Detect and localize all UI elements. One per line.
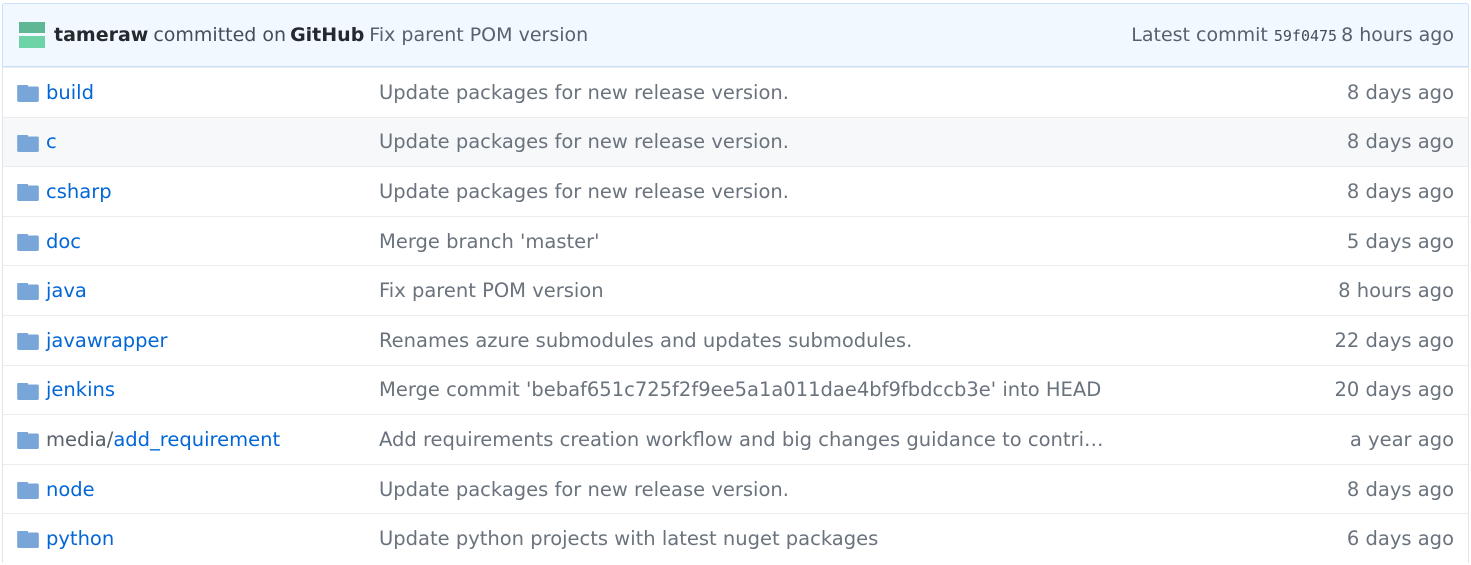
commit-message-link[interactable]: Update packages for new release version.: [379, 81, 789, 104]
commit-message-link[interactable]: Update packages for new release version.: [379, 180, 789, 203]
commit-age: 8 days ago: [1346, 130, 1454, 154]
commit-message-link[interactable]: Update packages for new release version.: [379, 478, 789, 501]
commit-message-link[interactable]: Update python projects with latest nuget…: [379, 527, 878, 550]
folder-link[interactable]: node: [46, 478, 95, 501]
file-name-link[interactable]: python: [46, 527, 114, 550]
file-name-link[interactable]: javawrapper: [46, 329, 168, 352]
commit-age: 5 days ago: [1346, 229, 1454, 253]
commit-age: 8 days ago: [1346, 179, 1454, 203]
table-row[interactable]: javawrapper Renames azure submodules and…: [3, 314, 1468, 365]
folder-icon: [17, 531, 39, 549]
file-list: build Update packages for new release ve…: [2, 67, 1469, 563]
commit-message-link[interactable]: Update packages for new release version.: [379, 130, 789, 153]
folder-icon: [17, 432, 39, 450]
commit-message-link[interactable]: Fix parent POM version: [379, 279, 604, 302]
committer-github: GitHub: [290, 24, 365, 46]
file-name-link[interactable]: c: [46, 130, 57, 153]
folder-icon: [17, 283, 39, 301]
commit-age: 8 days ago: [1346, 477, 1454, 501]
table-row[interactable]: java Fix parent POM version 8 hours ago: [3, 265, 1468, 315]
commit-message-link[interactable]: Renames azure submodules and updates sub…: [379, 329, 912, 352]
latest-commit-message-link[interactable]: Fix parent POM version: [369, 24, 588, 46]
latest-commit-info: Latest commit 59f0475 8 hours ago: [1131, 24, 1454, 46]
folder-link[interactable]: java: [46, 279, 87, 302]
folder-icon: [17, 85, 39, 102]
table-row[interactable]: c Update packages for new release versio…: [3, 116, 1468, 167]
commit-sha-link[interactable]: 59f0475: [1274, 27, 1337, 45]
commit-age: 8 hours ago: [1338, 279, 1454, 303]
folder-link[interactable]: c: [46, 130, 57, 153]
commit-message-link[interactable]: Merge commit 'bebaf651c725f2f9ee5a1a011d…: [379, 378, 1101, 401]
file-name-link[interactable]: node: [46, 478, 95, 501]
table-row[interactable]: node Update packages for new release ver…: [3, 463, 1468, 514]
folder-link[interactable]: doc: [46, 230, 81, 253]
commit-age: 6 days ago: [1346, 527, 1454, 551]
folder-link[interactable]: csharp: [46, 180, 112, 203]
file-name-link[interactable]: java: [46, 279, 87, 302]
avatar[interactable]: [19, 22, 45, 48]
file-name-link[interactable]: doc: [46, 230, 81, 253]
file-name-link[interactable]: media/add_requirement: [46, 428, 280, 451]
path-prefix: media/: [46, 427, 114, 451]
latest-commit-label: Latest commit: [1131, 24, 1268, 46]
file-name-link[interactable]: jenkins: [46, 378, 115, 401]
latest-commit-bar: tameraw committed on GitHub Fix parent P…: [2, 3, 1469, 67]
folder-icon: [17, 382, 39, 400]
folder-icon: [17, 233, 39, 251]
file-name-link[interactable]: csharp: [46, 180, 112, 203]
table-row[interactable]: csharp Update packages for new release v…: [3, 166, 1468, 216]
commit-author-link[interactable]: tameraw: [54, 24, 148, 46]
commit-message-link[interactable]: Add requirements creation workflow and b…: [379, 428, 1104, 451]
committed-text: committed on: [153, 24, 287, 46]
folder-icon: [17, 332, 39, 350]
folder-icon: [17, 184, 39, 202]
folder-link[interactable]: build: [46, 81, 94, 104]
avatar-bottom-band: [19, 36, 45, 48]
folder-icon: [17, 134, 39, 152]
commit-age: 20 days ago: [1334, 378, 1455, 402]
commit-message-link[interactable]: Merge branch 'master': [379, 230, 600, 253]
table-row[interactable]: jenkins Merge commit 'bebaf651c725f2f9ee…: [3, 364, 1468, 415]
file-name-link[interactable]: build: [46, 81, 94, 104]
avatar-top-band: [19, 22, 45, 33]
commit-age: 8 days ago: [1346, 80, 1454, 104]
commit-age: 22 days ago: [1334, 328, 1455, 352]
table-row[interactable]: python Update python projects with lates…: [3, 513, 1468, 563]
folder-link[interactable]: jenkins: [46, 378, 115, 401]
folder-link[interactable]: add_requirement: [113, 428, 280, 451]
file-navigation-table: tameraw committed on GitHub Fix parent P…: [2, 3, 1469, 563]
folder-icon: [17, 481, 39, 499]
folder-link[interactable]: javawrapper: [46, 329, 168, 352]
latest-commit-age: 8 hours ago: [1341, 24, 1454, 46]
folder-link[interactable]: python: [46, 527, 114, 550]
table-row[interactable]: build Update packages for new release ve…: [3, 67, 1468, 117]
table-row[interactable]: doc Merge branch 'master' 5 days ago: [3, 215, 1468, 266]
commit-age: a year ago: [1349, 427, 1454, 451]
table-row[interactable]: media/add_requirement Add requirements c…: [3, 414, 1468, 464]
